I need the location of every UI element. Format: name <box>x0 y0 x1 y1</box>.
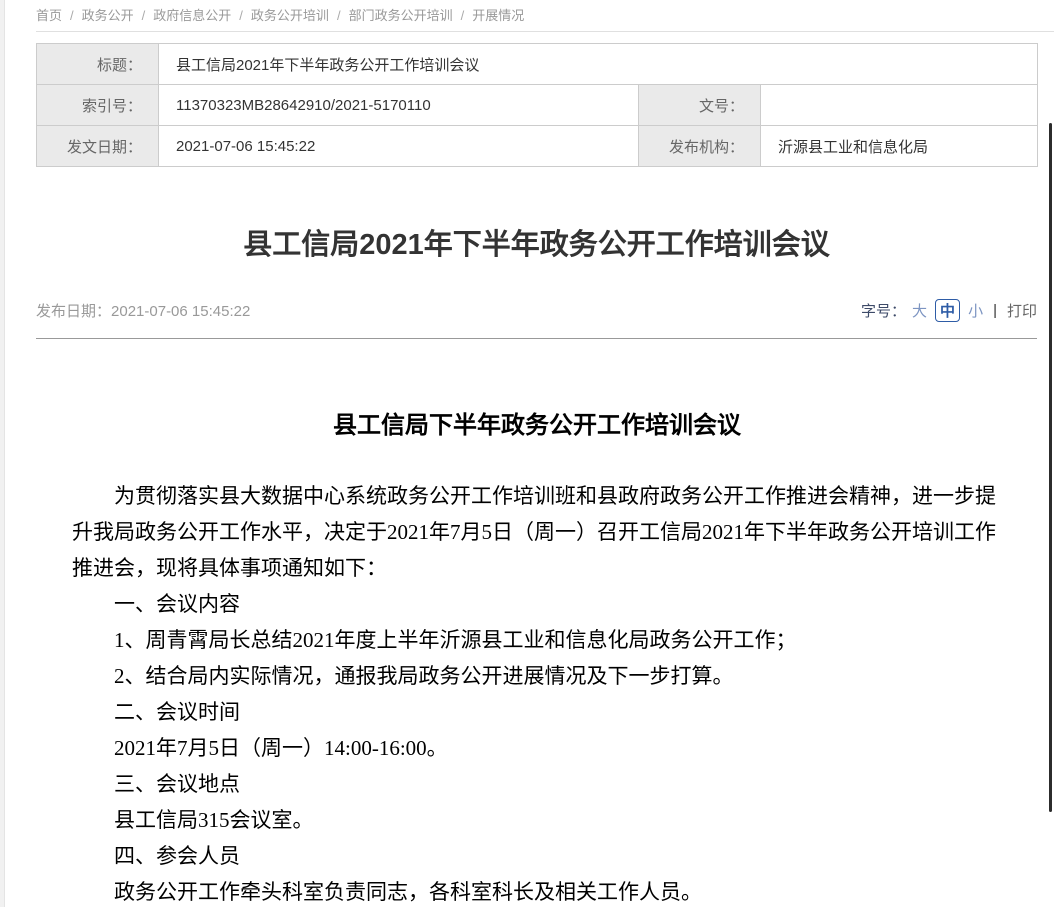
print-button[interactable]: 打印 <box>1007 300 1037 321</box>
agency-label: 发布机构： <box>639 126 761 167</box>
breadcrumb-separator: / <box>337 8 341 23</box>
separator-bar: | <box>993 302 997 319</box>
breadcrumb-link[interactable]: 政府信息公开 <box>153 8 231 23</box>
scrollbar-thumb[interactable] <box>1049 123 1052 812</box>
content-paragraphs: 为贯彻落实县大数据中心系统政务公开工作培训班和县政府政务公开工作推进会精神，进一… <box>72 478 1002 910</box>
table-row: 索引号： 11370323MB28642910/2021-5170110 文号： <box>37 85 1038 126</box>
body-paragraph: 四、参会人员 <box>72 838 1002 874</box>
index-label: 索引号： <box>37 85 159 126</box>
breadcrumb: 首页 / 政务公开 / 政府信息公开 / 政务公开培训 / 部门政务公开培训 / 开展情况 <box>36 5 524 24</box>
breadcrumb-link[interactable]: 政务公开 <box>82 8 134 23</box>
body-paragraph: 1、周青霄局长总结2021年度上半年沂源县工业和信息化局政务公开工作； <box>72 622 1002 658</box>
body-paragraph: 政务公开工作牵头科室负责同志，各科室科长及相关工作人员。 <box>72 874 1002 910</box>
font-medium-button[interactable]: 中 <box>935 299 960 322</box>
docnum-value <box>761 85 1038 126</box>
agency-value: 沂源县工业和信息化局 <box>761 126 1038 167</box>
body-paragraph: 县工信局315会议室。 <box>72 802 1002 838</box>
date-label: 发文日期： <box>37 126 159 167</box>
breadcrumb-separator: / <box>142 8 146 23</box>
font-large-button[interactable]: 大 <box>912 300 927 321</box>
content-heading: 县工信局下半年政务公开工作培训会议 <box>72 410 1002 442</box>
publish-date-label: 发布日期： <box>36 303 111 320</box>
font-size-controls: 字号： 大 中 小 | 打印 <box>861 299 1037 322</box>
breadcrumb-separator: / <box>70 8 74 23</box>
body-paragraph: 2021年7月5日（周一）14:00-16:00。 <box>72 730 1002 766</box>
breadcrumb-divider <box>36 31 1054 32</box>
docnum-label: 文号： <box>639 85 761 126</box>
meta-table: 标题： 县工信局2021年下半年政务公开工作培训会议 索引号： 11370323… <box>36 43 1038 167</box>
article-body: 县工信局下半年政务公开工作培训会议 为贯彻落实县大数据中心系统政务公开工作培训班… <box>72 338 1002 910</box>
breadcrumb-link[interactable]: 政务公开培训 <box>251 8 329 23</box>
publish-date-value: 2021-07-06 15:45:22 <box>111 303 250 320</box>
font-size-label: 字号： <box>861 300 906 321</box>
breadcrumb-separator: / <box>239 8 243 23</box>
table-row: 发文日期： 2021-07-06 15:45:22 发布机构： 沂源县工业和信息… <box>37 126 1038 167</box>
title-label: 标题： <box>37 44 159 85</box>
breadcrumb-separator: / <box>461 8 465 23</box>
body-paragraph: 三、会议地点 <box>72 766 1002 802</box>
breadcrumb-link[interactable]: 首页 <box>36 8 62 23</box>
title-value: 县工信局2021年下半年政务公开工作培训会议 <box>159 44 1038 85</box>
article-meta-row: 发布日期：2021-07-06 15:45:22 字号： 大 中 小 | 打印 <box>36 299 1037 321</box>
date-value: 2021-07-06 15:45:22 <box>159 126 639 167</box>
page-title: 县工信局2021年下半年政务公开工作培训会议 <box>36 226 1037 264</box>
breadcrumb-link[interactable]: 开展情况 <box>472 8 524 23</box>
body-paragraph: 为贯彻落实县大数据中心系统政务公开工作培训班和县政府政务公开工作推进会精神，进一… <box>72 478 1002 586</box>
publish-date: 发布日期：2021-07-06 15:45:22 <box>36 300 250 321</box>
body-paragraph: 2、结合局内实际情况，通报我局政务公开进展情况及下一步打算。 <box>72 658 1002 694</box>
index-value: 11370323MB28642910/2021-5170110 <box>159 85 639 126</box>
body-paragraph: 二、会议时间 <box>72 694 1002 730</box>
breadcrumb-link[interactable]: 部门政务公开培训 <box>349 8 453 23</box>
body-paragraph: 一、会议内容 <box>72 586 1002 622</box>
table-row: 标题： 县工信局2021年下半年政务公开工作培训会议 <box>37 44 1038 85</box>
font-small-button[interactable]: 小 <box>968 300 983 321</box>
page-left-edge <box>0 0 5 907</box>
